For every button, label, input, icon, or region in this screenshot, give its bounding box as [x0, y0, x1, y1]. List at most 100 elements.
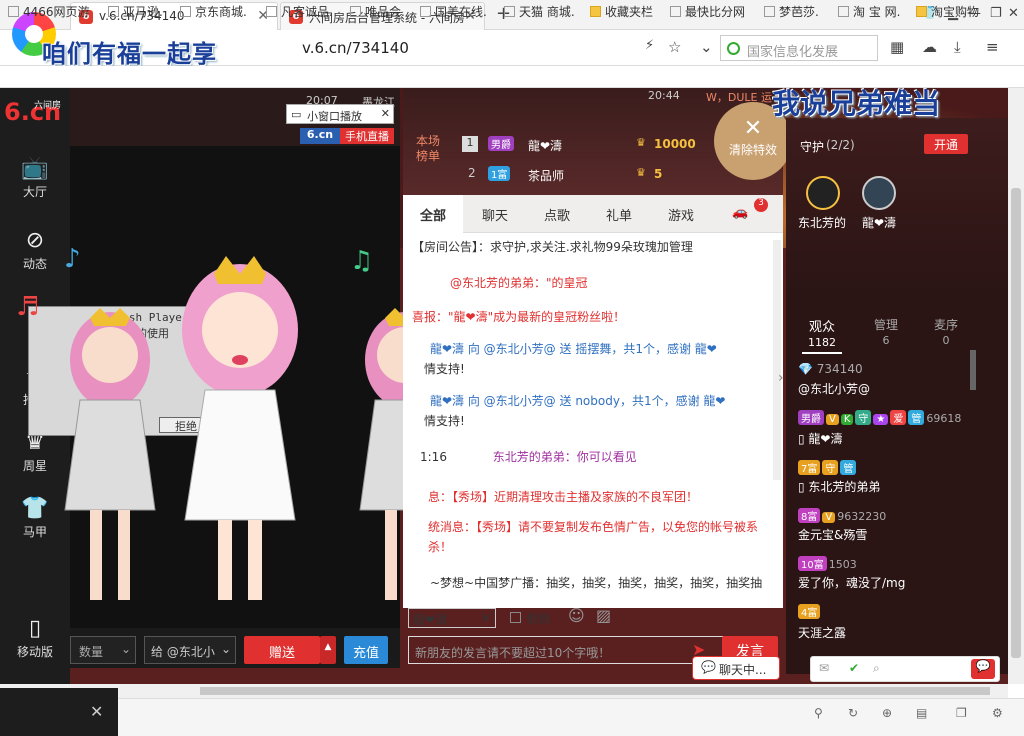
rank-name[interactable]: 龍❤濤 [528, 137, 562, 154]
page-scrollbar[interactable] [1008, 88, 1024, 684]
open-guard-button[interactable]: 开通 [924, 134, 968, 154]
nav-item-feed[interactable]: ⊘ 动态 [0, 228, 70, 272]
tab-songs[interactable]: 点歌 [544, 205, 570, 224]
bookmark-item[interactable]: 淘 宝 网. [838, 3, 900, 20]
chat-target-select[interactable]: 龍❤濤 ✕ [408, 608, 496, 628]
rank-badge: 1富 [488, 166, 512, 181]
bookmark-item[interactable]: 梦芭莎. [764, 3, 819, 20]
pin-icon[interactable]: ⚲ [814, 706, 823, 720]
search-icon[interactable]: ⌕ [873, 661, 880, 676]
gift-recipient-select[interactable]: 给 @东北小 ⌄ [144, 636, 236, 664]
check-icon[interactable]: ✔ [849, 661, 859, 675]
viewer-name[interactable]: ▯ 东北芳的弟弟 [798, 478, 880, 495]
viewer-name[interactable]: ▯ 龍❤濤 [798, 430, 842, 447]
bookmark-item[interactable]: 天猫 商城. [504, 3, 575, 20]
bookmark-item[interactable]: 唯品会. [350, 3, 405, 20]
rank-label: 本场榜单 [416, 134, 441, 163]
bookmark-item[interactable]: 凡客诚品. [266, 3, 333, 20]
viewer-name[interactable]: 天涯之露 [798, 624, 846, 641]
whisper-label: 悄悄 [526, 612, 551, 626]
page-icon [180, 6, 191, 17]
tab-gifts[interactable]: 礼单 [606, 205, 632, 224]
search-input[interactable]: 国家信息化发展 [720, 35, 878, 61]
page-icon [764, 6, 775, 17]
avatar[interactable] [862, 176, 896, 210]
bookmark-item[interactable]: 淘宝购物 [916, 3, 979, 20]
status-overlay: ✕ [0, 688, 118, 736]
chat-message: 情支持! [424, 362, 465, 376]
tab-games[interactable]: 游戏 [668, 205, 694, 224]
bookmark-item[interactable]: 4466网页游 [8, 3, 90, 20]
scrollbar-thumb[interactable] [1011, 188, 1021, 658]
close-icon[interactable]: ✕ [481, 611, 491, 625]
system-message: 息：【秀场】近期清理攻击主播及家族的不良军团！ [428, 490, 699, 504]
maximize-window-button[interactable]: ❐ [990, 6, 1002, 21]
chevron-down-icon: ⌄ [120, 642, 131, 656]
horizontal-scrollbar[interactable] [0, 684, 1008, 698]
menu-icon[interactable]: ≡ [986, 38, 999, 56]
rank-name[interactable]: 茶品师 [528, 167, 564, 184]
refresh-icon[interactable]: ↻ [848, 706, 858, 720]
lightning-icon[interactable]: ⚡ [645, 38, 654, 53]
page-icon [266, 6, 277, 17]
chat-message: 龍❤濤 向 @东北小芳@ 送 nobody，共1个，感谢 龍❤ [430, 394, 726, 408]
bookmark-item[interactable]: 收藏夹栏 [590, 3, 653, 20]
whisper-checkbox[interactable] [510, 612, 521, 623]
chat-input[interactable]: 新朋友的发言请不要超过10个字哦！ [408, 636, 726, 664]
document-icon[interactable]: ▤ [916, 706, 927, 720]
system-message: 杀！ [428, 540, 453, 554]
settings-icon[interactable]: ⚙ [992, 706, 1003, 720]
window-icon[interactable]: ❐ [956, 706, 967, 720]
tab-viewers[interactable]: 观众 1182 [802, 316, 842, 350]
apps-grid-icon[interactable]: ▦ [890, 38, 904, 56]
guard-count: (2/2) [826, 138, 855, 152]
mini-window-button[interactable]: ▭ 小窗口播放 ✕ [286, 104, 394, 124]
viewer-badges: 8富 V 9632230 [798, 508, 886, 523]
close-icon[interactable]: ✕ [381, 107, 390, 120]
star-bookmark-icon[interactable]: ☆ [668, 38, 681, 56]
avatar[interactable] [806, 176, 840, 210]
tab-admins[interactable]: 管理 6 [866, 316, 906, 347]
guard-name[interactable]: 东北芳的 [798, 214, 846, 231]
announcement: 【房间公告】：求守护,求关注.求礼物99朵玫瑰加管理 [412, 240, 693, 254]
bookmark-item[interactable]: 亚马逊. [108, 3, 163, 20]
image-icon[interactable]: ▨ [596, 606, 611, 625]
chatting-indicator[interactable]: 💬 聊天中... [692, 656, 780, 680]
tab-all[interactable]: 全部 [420, 205, 446, 224]
viewer-name[interactable]: @东北小芳@ [798, 380, 870, 397]
tab-queue[interactable]: 麦序 0 [926, 316, 966, 347]
send-gift-button[interactable]: 赠送 [244, 636, 320, 664]
chevron-right-icon[interactable]: › [778, 370, 784, 386]
bookmark-item[interactable]: 京东商城. [180, 3, 247, 20]
nav-item-mobile[interactable]: ▯ 移动版 [0, 616, 70, 660]
viewer-name[interactable]: 金元宝&殇雪 [798, 526, 867, 543]
viewer-name[interactable]: 爱了你，魂没了/mg [798, 574, 905, 591]
chevron-down-icon[interactable]: ⌄ [700, 38, 713, 56]
car-icon[interactable]: 🚗 [732, 205, 748, 220]
tab-chat[interactable]: 聊天 [482, 205, 508, 224]
music-note-icon: ♪ [64, 244, 81, 274]
viewer-badges: 7富守管 [798, 460, 858, 475]
gift-dropdown-button[interactable]: ▲ [320, 636, 336, 664]
chat-bubble-icon[interactable]: 💬 [971, 659, 995, 679]
close-icon[interactable]: ✕ [90, 702, 103, 721]
url-field[interactable]: v.6.cn/734140 [302, 39, 409, 57]
recharge-button[interactable]: 充值 [344, 636, 388, 664]
nav-item-hall[interactable]: 📺 大厅 [0, 156, 70, 212]
bookmark-item[interactable]: 国美在线. [420, 3, 487, 20]
emoji-icon[interactable]: ☺ [568, 606, 585, 625]
close-window-button[interactable]: ✕ [1008, 6, 1019, 21]
page-icon [670, 6, 681, 17]
rank-badge: 男爵 [488, 136, 516, 151]
bookmark-item[interactable]: 最快比分网 [670, 3, 745, 20]
guard-name[interactable]: 龍❤濤 [862, 214, 896, 231]
zoom-icon[interactable]: ⊕ [882, 706, 892, 720]
viewer-scrollbar[interactable] [970, 350, 976, 390]
site-logo-sub: 六间房 [34, 101, 62, 111]
cloud-icon[interactable]: ☁ [922, 38, 937, 56]
download-icon[interactable]: ⤓ [954, 38, 961, 56]
scrollbar-thumb[interactable] [200, 687, 990, 695]
mail-icon[interactable]: ✉ [819, 661, 829, 675]
chat-scrollbar[interactable] [773, 240, 781, 480]
gift-quantity-select[interactable]: 数量 ⌄ [70, 636, 136, 664]
